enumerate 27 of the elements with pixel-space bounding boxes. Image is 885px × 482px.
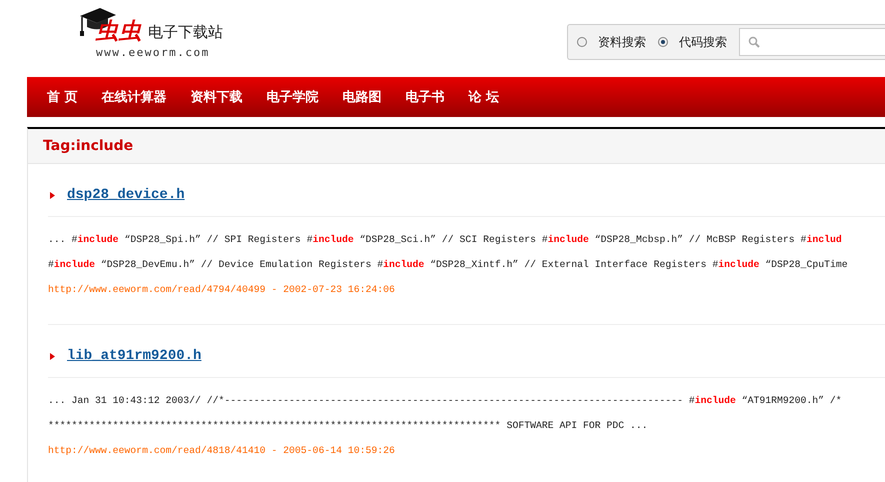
nav-link[interactable]: 电子学院 xyxy=(266,88,319,106)
search-field[interactable] xyxy=(739,28,885,56)
result-link[interactable]: dsp28_device.h xyxy=(67,187,185,203)
radio-button[interactable] xyxy=(658,37,668,47)
nav-link[interactable]: 资料下载 xyxy=(190,88,243,106)
bullet-icon xyxy=(50,352,55,360)
nav-link[interactable]: 电子书 xyxy=(406,88,445,106)
panel-title: Tag:include xyxy=(43,138,134,154)
code-snippet: ... Jan 31 10:43:12 2003// //*------------------------------------------------------------------------------ #include “AT91RM9200.h” /* xyxy=(48,394,843,408)
radio-label[interactable]: 资料搜索 xyxy=(598,34,646,50)
code-snippet: #include “DSP28_DevEmu.h” // Device Emulation Registers #include “DSP28_Xintf.h” // External Interface Registers #include “DSP28_CpuTime xyxy=(48,258,849,272)
code-snippet: ***************************************************************************** SOFTWARE API FOR PDC ... xyxy=(48,419,649,433)
nav-link[interactable]: 首 页 xyxy=(47,88,78,106)
bullet-icon xyxy=(50,192,55,198)
logo-brand: 虫虫 xyxy=(96,18,142,46)
nav-link[interactable]: 在线计算器 xyxy=(102,88,167,106)
nav-link[interactable]: 论 坛 xyxy=(468,88,500,106)
site-name: 电子下载站 xyxy=(148,23,223,42)
nav-link[interactable]: 电路图 xyxy=(342,88,382,106)
result-url: http://www.eeworm.com/read/4818/41410 - 2005-06-14 10:59:26 xyxy=(48,444,396,458)
radio-button[interactable] xyxy=(577,37,587,47)
radio-label[interactable]: 代码搜索 xyxy=(679,34,727,50)
code-snippet: ... #include “DSP28_Spi.h” // SPI Registers #include “DSP28_Sci.h” // SCI Registers #include “DSP28_Mcbsp.h” // McBSP Registers #includ xyxy=(48,233,843,247)
result-link[interactable]: lib_at91rm9200.h xyxy=(67,348,202,364)
site-domain: www.eeworm.com xyxy=(96,46,211,59)
search-icon xyxy=(748,36,760,48)
result-url: http://www.eeworm.com/read/4794/40499 - 2002-07-23 16:24:06 xyxy=(48,283,396,297)
